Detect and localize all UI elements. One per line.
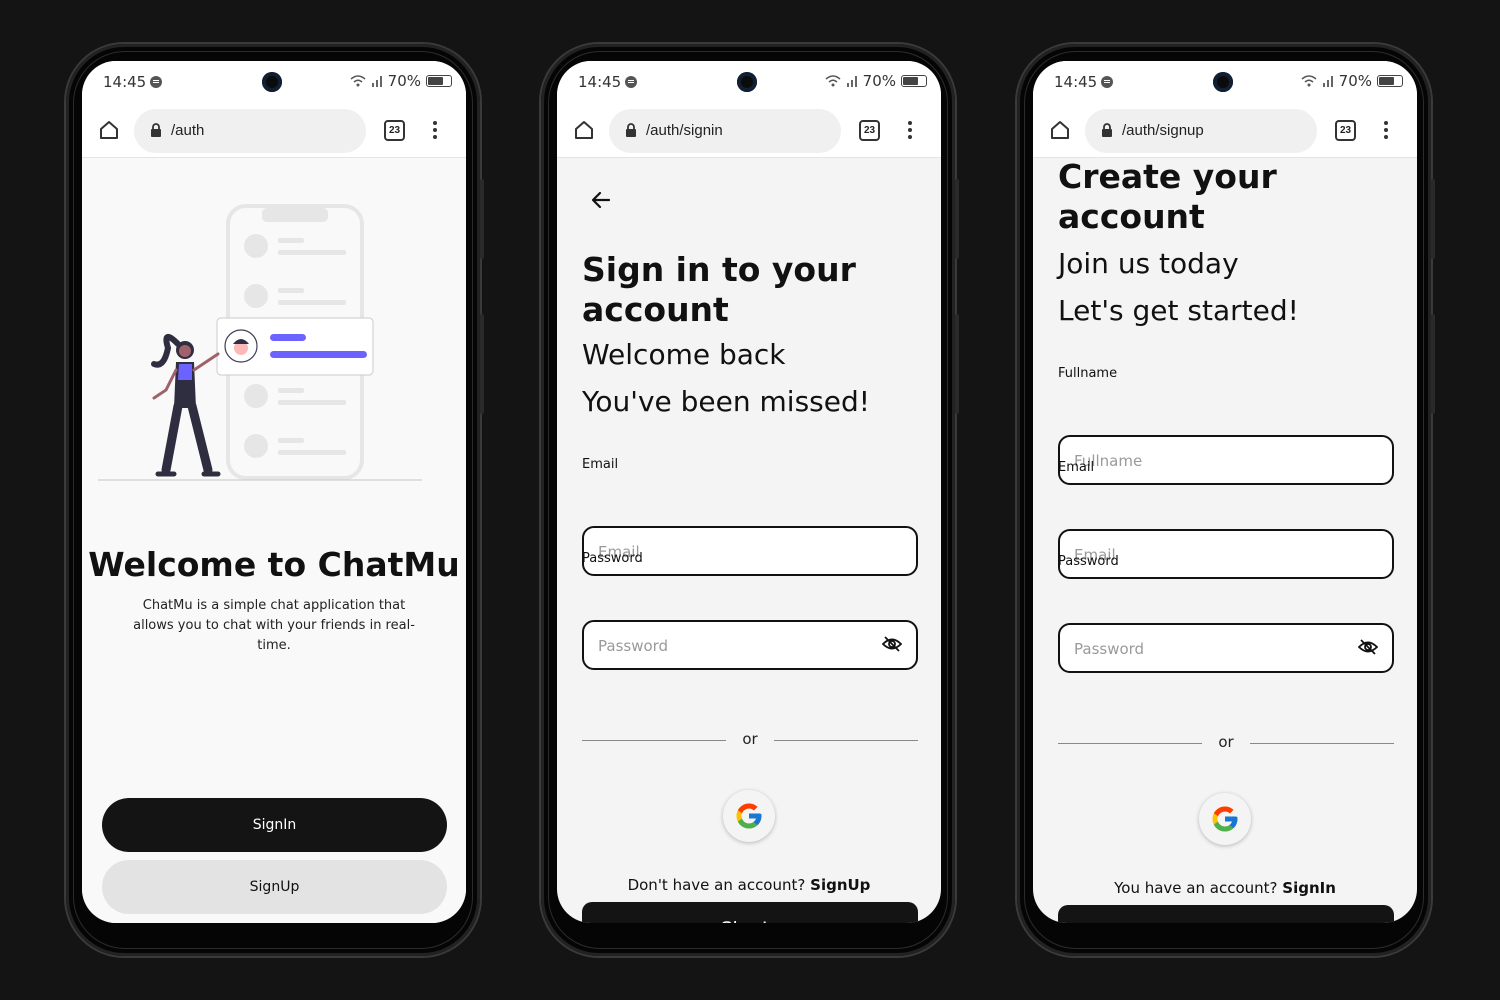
tabs-count-icon[interactable]: 23 [859, 120, 880, 141]
signal-icon [1322, 76, 1333, 87]
status-time: 14:45 [103, 73, 163, 91]
battery-icon [1377, 75, 1403, 87]
screen: 14:45 70% /auth/signup 23 Create your ac… [1033, 61, 1417, 923]
battery-percent: 70% [1338, 72, 1372, 90]
google-signin-button[interactable] [723, 790, 775, 842]
fullname-input[interactable] [1072, 437, 1346, 485]
battery-percent: 70% [862, 72, 896, 90]
signin-link[interactable]: SignIn [1282, 879, 1336, 897]
more-menu-icon[interactable] [1384, 121, 1388, 142]
status-time: 14:45 [578, 73, 638, 91]
or-divider: or [582, 730, 918, 750]
wifi-icon [825, 75, 841, 87]
more-menu-icon[interactable] [908, 121, 912, 142]
password-label: Password [582, 551, 643, 566]
signup-prompt: Don't have an account? SignUp [627, 876, 871, 894]
signup-submit-button[interactable]: SignUp [1058, 905, 1394, 923]
battery-icon [901, 75, 927, 87]
phone-signup: 14:45 70% /auth/signup 23 Create your ac… [1017, 44, 1435, 956]
status-bar: 14:45 70% [1033, 61, 1417, 105]
url-text: /auth/signin [646, 122, 723, 139]
auth-content: Welcome to ChatMu ChatMu is a simple cha… [82, 158, 466, 923]
fullname-label: Fullname [1058, 366, 1118, 381]
camera-punch-hole [1213, 72, 1233, 92]
lock-icon [151, 123, 161, 137]
wifi-icon [1301, 75, 1317, 87]
browser-url-bar: /auth 23 [82, 105, 466, 158]
spotify-icon [625, 76, 638, 88]
tabs-count-icon[interactable]: 23 [1335, 120, 1356, 141]
status-time: 14:45 [1054, 73, 1114, 91]
camera-punch-hole [262, 72, 282, 92]
signal-icon [371, 76, 382, 87]
subtitle-started: Let's get started! [1058, 294, 1299, 327]
email-label: Email [1058, 460, 1095, 475]
home-icon[interactable] [98, 119, 120, 141]
email-label: Email [582, 457, 619, 472]
lock-icon [1102, 123, 1112, 137]
password-field-box [1058, 623, 1394, 673]
battery-percent: 70% [387, 72, 421, 90]
google-icon [1212, 806, 1238, 832]
signin-button[interactable]: SignIn [102, 798, 447, 852]
page-title: Welcome to ChatMu [88, 545, 460, 584]
page-title: Sign in to your account [582, 250, 856, 329]
or-text: or [1218, 733, 1234, 751]
password-input[interactable] [1072, 625, 1346, 673]
address-field[interactable]: /auth [134, 109, 366, 153]
eye-off-icon[interactable] [882, 635, 902, 653]
password-input[interactable] [596, 622, 870, 670]
screen: 14:45 70% /auth 23 Welcome to ChatMu Cha… [82, 61, 466, 923]
battery-icon [426, 75, 452, 87]
app-description: ChatMu is a simple chat application that… [133, 598, 415, 653]
status-bar: 14:45 70% [557, 61, 941, 105]
google-signup-button[interactable] [1199, 793, 1251, 845]
phone-auth: 14:45 70% /auth 23 Welcome to ChatMu Cha… [66, 44, 484, 956]
subtitle-welcome: Welcome back [582, 338, 786, 371]
signal-icon [846, 76, 857, 87]
signin-submit-button[interactable]: SignIn [582, 902, 918, 923]
chat-illustration [98, 204, 422, 481]
status-bar: 14:45 70% [82, 61, 466, 105]
address-field[interactable]: /auth/signup [1085, 109, 1317, 153]
signin-prompt: You have an account? SignIn [1114, 879, 1336, 897]
home-icon[interactable] [1049, 119, 1071, 141]
subtitle-join: Join us today [1058, 247, 1239, 280]
home-icon[interactable] [573, 119, 595, 141]
password-label: Password [1058, 554, 1119, 569]
signup-button[interactable]: SignUp [102, 860, 447, 914]
more-menu-icon[interactable] [433, 121, 437, 142]
browser-url-bar: /auth/signup 23 [1033, 105, 1417, 158]
password-field-box [582, 620, 918, 670]
camera-punch-hole [737, 72, 757, 92]
screen: 14:45 70% /auth/signin 23 Sign in to you… [557, 61, 941, 923]
or-text: or [742, 730, 758, 748]
address-field[interactable]: /auth/signin [609, 109, 841, 153]
back-arrow-icon[interactable] [589, 188, 613, 212]
google-icon [736, 803, 762, 829]
signup-content: Create your account Join us today Let's … [1033, 157, 1417, 923]
wifi-icon [350, 75, 366, 87]
browser-url-bar: /auth/signin 23 [557, 105, 941, 158]
subtitle-missed: You've been missed! [582, 385, 870, 418]
spotify-icon [150, 76, 163, 88]
url-text: /auth/signup [1122, 122, 1204, 139]
spotify-icon [1101, 76, 1114, 88]
or-divider: or [1058, 733, 1394, 753]
phone-signin: 14:45 70% /auth/signin 23 Sign in to you… [541, 44, 959, 956]
eye-off-icon[interactable] [1358, 638, 1378, 656]
page-title: Create your account [1058, 157, 1277, 236]
lock-icon [626, 123, 636, 137]
signup-link[interactable]: SignUp [810, 876, 870, 894]
tabs-count-icon[interactable]: 23 [384, 120, 405, 141]
url-text: /auth [171, 122, 205, 139]
fullname-field-box [1058, 435, 1394, 485]
signin-content: Sign in to your account Welcome back You… [557, 158, 941, 923]
